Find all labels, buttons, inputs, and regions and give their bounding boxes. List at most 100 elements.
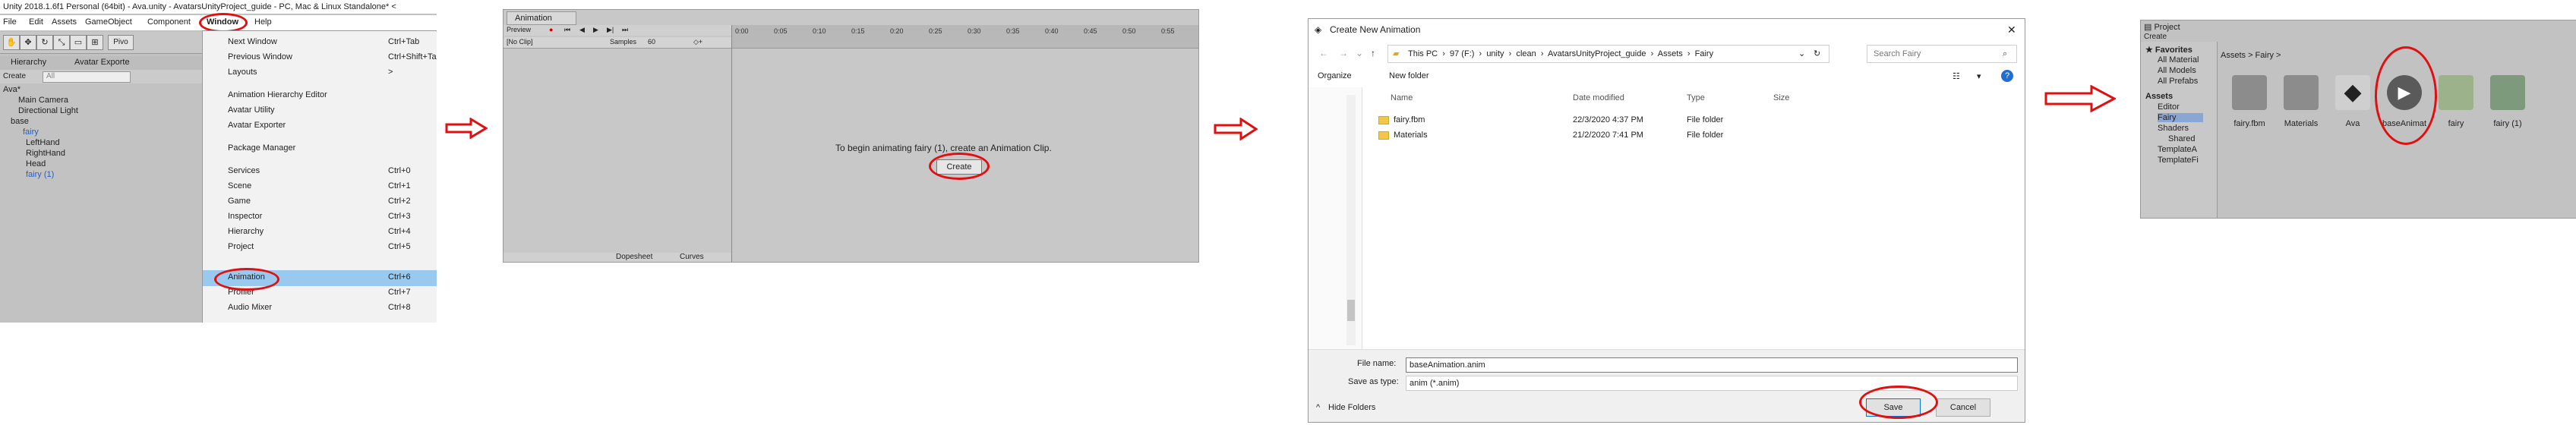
column-size[interactable]: Size <box>1773 93 1789 102</box>
asset-item[interactable]: Materials <box>2276 72 2326 145</box>
column-name[interactable]: Name <box>1391 93 1413 102</box>
hierarchy-search[interactable]: All <box>43 71 131 83</box>
hierarchy-item[interactable]: LeftHand <box>26 138 60 147</box>
create-dropdown[interactable]: Create <box>3 72 26 80</box>
search-input[interactable]: Search Fairy ⌕ <box>1867 45 2017 63</box>
preview-toggle[interactable]: Preview <box>507 26 531 33</box>
menu-item[interactable]: Layouts <box>228 68 257 77</box>
menu-item[interactable]: Hierarchy <box>228 227 264 236</box>
menu-gameobject[interactable]: GameObject <box>85 17 132 27</box>
menu-assets[interactable]: Assets <box>52 17 77 27</box>
column-date[interactable]: Date modified <box>1573 93 1624 102</box>
hierarchy-item[interactable]: Head <box>26 159 46 168</box>
favorites-header[interactable]: ★ Favorites <box>2145 45 2192 55</box>
prev-key-icon[interactable]: ◀ <box>579 26 585 34</box>
tab-curves[interactable]: Curves <box>680 253 704 261</box>
move-tool-icon[interactable]: ✥ <box>20 35 36 50</box>
crumb[interactable]: Assets <box>1658 49 1683 58</box>
crumb[interactable]: clean <box>1516 49 1536 58</box>
crumb[interactable]: Fairy <box>1695 49 1713 58</box>
refresh-icon[interactable]: ↻ <box>1814 46 1820 62</box>
rotate-tool-icon[interactable]: ↻ <box>36 35 53 50</box>
tab-avatar-exporter[interactable]: Avatar Exporte <box>74 58 130 67</box>
create-dropdown[interactable]: Create <box>2144 33 2167 41</box>
address-bar[interactable]: ▰ This PC › 97 (F:) › unity › clean › Av… <box>1387 45 1829 63</box>
menu-item[interactable]: Avatar Utility <box>228 105 275 115</box>
chevron-down-icon[interactable]: ⌄ <box>1798 46 1805 62</box>
crumb[interactable]: AvatarsUnityProject_guide <box>1548 49 1646 58</box>
list-item[interactable]: Materials 21/2/2020 7:41 PM File folder <box>1375 128 1998 143</box>
scrollbar-thumb[interactable] <box>1347 300 1355 321</box>
hierarchy-item[interactable]: Main Camera <box>18 96 68 105</box>
tree-item[interactable]: TemplateFi <box>2158 156 2199 165</box>
asset-item[interactable]: fairy.fbm <box>2224 72 2275 145</box>
view-options-icon[interactable]: ☷ <box>1953 71 1960 81</box>
add-keyframe-icon[interactable]: ◇+ <box>693 38 702 46</box>
menu-item[interactable]: Game <box>228 197 251 206</box>
play-icon[interactable]: ▶ <box>593 26 598 34</box>
next-key-icon[interactable]: ▶| <box>607 26 614 34</box>
asset-item[interactable]: ◆ Ava <box>2328 72 2378 145</box>
record-icon[interactable]: ● <box>549 26 553 33</box>
tree-item[interactable]: Shaders <box>2158 124 2189 133</box>
close-icon[interactable]: ✕ <box>2007 19 2016 40</box>
tree-item[interactable]: All Models <box>2158 66 2196 75</box>
save-type-select[interactable]: anim (*.anim) <box>1406 376 2018 391</box>
menu-component[interactable]: Component <box>147 17 191 27</box>
menu-item[interactable]: Avatar Exporter <box>228 121 286 130</box>
tab-hierarchy[interactable]: Hierarchy <box>11 58 46 67</box>
recent-dropdown-icon[interactable]: ⌄ <box>1356 48 1363 58</box>
tree-item[interactable]: Editor <box>2158 102 2180 112</box>
scene-root[interactable]: Ava* <box>3 85 21 94</box>
hand-tool-icon[interactable]: ✋ <box>3 35 20 50</box>
new-folder-button[interactable]: New folder <box>1389 71 1429 80</box>
tree-item-selected[interactable]: Fairy <box>2158 113 2203 122</box>
menu-item[interactable]: Inspector <box>228 212 262 221</box>
scale-tool-icon[interactable]: ⤡ <box>53 35 70 50</box>
pivot-toggle[interactable]: Pivo <box>108 35 134 50</box>
hierarchy-item[interactable]: Directional Light <box>18 106 78 115</box>
crumb[interactable]: 97 (F:) <box>1450 49 1474 58</box>
chevron-down-icon[interactable]: ▾ <box>1977 71 1981 81</box>
hierarchy-item-selected[interactable]: fairy (1) <box>26 170 54 179</box>
tree-item[interactable]: Shared <box>2168 134 2195 143</box>
cancel-button[interactable]: Cancel <box>1936 398 1990 417</box>
menu-item[interactable]: Audio Mixer <box>228 303 272 312</box>
up-icon[interactable]: ↑ <box>1371 48 1375 58</box>
menu-item[interactable]: Package Manager <box>228 143 295 153</box>
hierarchy-item[interactable]: fairy <box>23 128 39 137</box>
rect-tool-icon[interactable]: ▭ <box>70 35 87 50</box>
crumb[interactable]: unity <box>1486 49 1504 58</box>
menu-edit[interactable]: Edit <box>29 17 43 27</box>
back-icon[interactable]: ← <box>1319 48 1328 58</box>
asset-item[interactable]: fairy (1) <box>2483 72 2533 145</box>
menu-file[interactable]: File <box>3 17 17 27</box>
tab-dopesheet[interactable]: Dopesheet <box>616 253 652 261</box>
assets-header[interactable]: Assets <box>2145 92 2173 101</box>
first-key-icon[interactable]: ⏮ <box>564 26 570 34</box>
file-name-field[interactable]: baseAnimation.anim <box>1406 357 2018 373</box>
menu-item[interactable]: Services <box>228 166 260 175</box>
tree-item[interactable]: All Material <box>2158 55 2199 65</box>
menu-item[interactable]: Previous Window <box>228 52 292 61</box>
menu-item[interactable]: Project <box>228 242 254 251</box>
timeline-ruler[interactable]: 0:00 0:05 0:10 0:15 0:20 0:25 0:30 0:35 0:40 0:45… <box>732 25 1198 49</box>
column-type[interactable]: Type <box>1687 93 1705 102</box>
tab-animation[interactable]: Animation <box>507 11 576 25</box>
tree-item[interactable]: TemplateA <box>2158 145 2197 154</box>
hide-folders-button[interactable]: Hide Folders <box>1328 403 1375 412</box>
forward-icon[interactable]: → <box>1339 48 1348 58</box>
crumb[interactable]: This PC <box>1408 49 1438 58</box>
asset-item[interactable]: fairy <box>2431 72 2481 145</box>
hierarchy-item[interactable]: RightHand <box>26 149 65 158</box>
transform-tool-icon[interactable]: ⊞ <box>87 35 103 50</box>
hierarchy-item[interactable]: base <box>11 117 29 126</box>
menu-item[interactable]: Animation Hierarchy Editor <box>228 90 327 99</box>
last-key-icon[interactable]: ⏭ <box>622 26 628 34</box>
help-icon[interactable]: ? <box>2001 70 2013 82</box>
list-item[interactable]: fairy.fbm 22/3/2020 4:37 PM File folder <box>1375 113 1998 128</box>
tab-project[interactable]: ▤ Project <box>2144 22 2180 32</box>
organize-button[interactable]: Organize <box>1318 71 1352 80</box>
menu-help[interactable]: Help <box>254 17 272 27</box>
clip-dropdown[interactable]: [No Clip] <box>507 38 533 46</box>
